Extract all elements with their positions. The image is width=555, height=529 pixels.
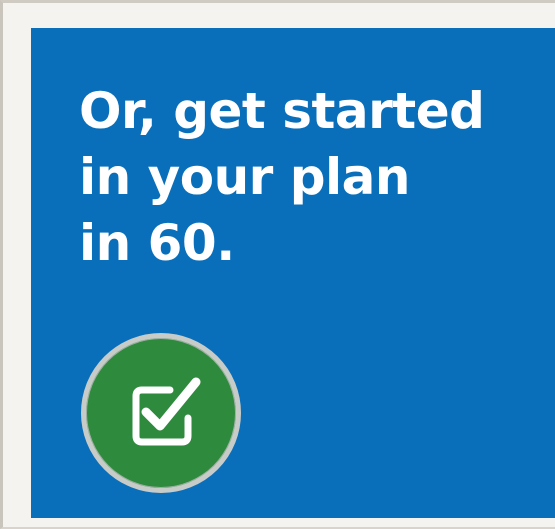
headline-line-3: in 60.: [79, 214, 235, 272]
headline-line-1: Or, get started: [79, 82, 485, 140]
checkmark-badge: [81, 333, 241, 493]
promo-card: Or, get started in your plan in 60.: [31, 28, 555, 518]
promo-headline: Or, get started in your plan in 60.: [79, 78, 549, 276]
headline-line-2: in your plan: [79, 148, 411, 206]
checkbox-check-icon: [132, 377, 201, 446]
page-frame: Or, get started in your plan in 60.: [0, 0, 555, 529]
